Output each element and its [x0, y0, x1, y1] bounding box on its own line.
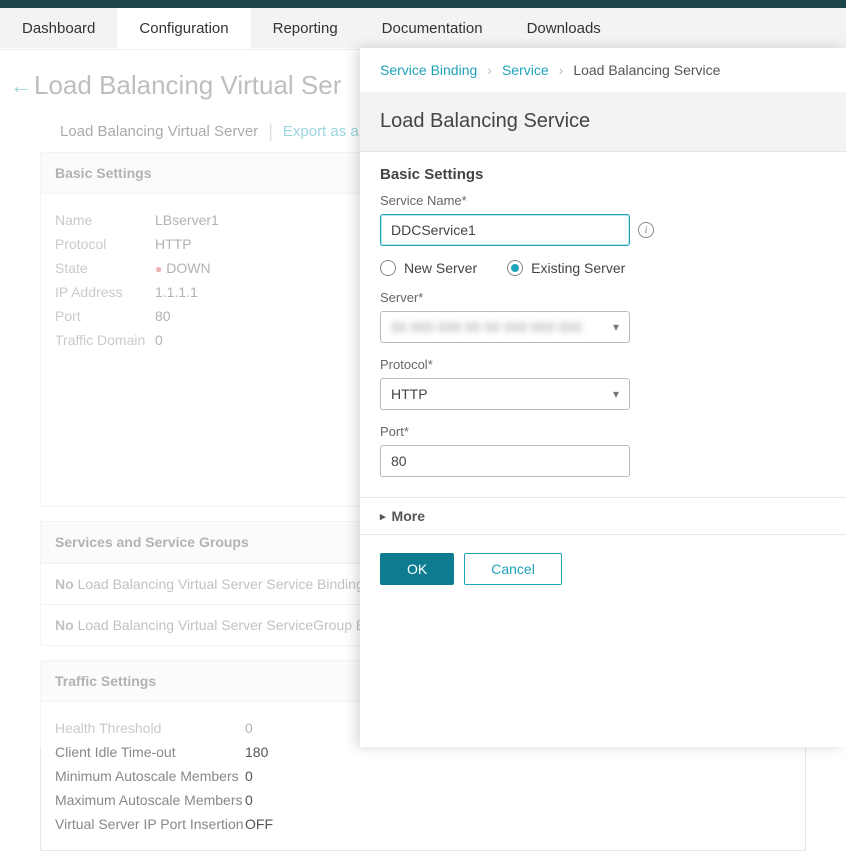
bs-val: 0 — [155, 332, 163, 348]
breadcrumb: Service Binding › Service › Load Balanci… — [360, 48, 846, 92]
bs-val: HTTP — [155, 236, 192, 252]
protocol-select-value: HTTP — [391, 386, 613, 402]
page-subtitle: Load Balancing Virtual Server — [60, 123, 258, 140]
ts-key: Client Idle Time-out — [55, 744, 245, 760]
chevron-right-icon: › — [487, 62, 492, 78]
breadcrumb-service[interactable]: Service — [502, 62, 549, 78]
more-expander[interactable]: ▸ More — [360, 497, 846, 535]
chevron-right-icon: › — [559, 62, 564, 78]
status-dot-icon: ● — [155, 262, 162, 276]
export-link[interactable]: Export as a T — [283, 123, 372, 140]
ts-val: 0 — [245, 720, 253, 736]
bs-val: 80 — [155, 308, 171, 324]
server-select-value: 00 000 000 00 00 000 000 000 — [391, 319, 613, 335]
ts-key: Minimum Autoscale Members — [55, 768, 245, 784]
ok-button[interactable]: OK — [380, 553, 454, 585]
page-title: Load Balancing Virtual Ser — [34, 70, 341, 101]
protocol-select[interactable]: HTTP ▾ — [380, 378, 630, 410]
no-label: No — [55, 617, 74, 633]
nav-configuration[interactable]: Configuration — [117, 8, 250, 49]
port-input[interactable] — [380, 445, 630, 477]
no-label: No — [55, 576, 74, 592]
bs-key: State — [55, 260, 155, 276]
back-arrow-icon[interactable]: ← — [10, 73, 34, 99]
nav-reporting[interactable]: Reporting — [251, 8, 360, 49]
breadcrumb-current: Load Balancing Service — [573, 62, 720, 78]
nav-documentation[interactable]: Documentation — [360, 8, 505, 49]
bs-key: IP Address — [55, 284, 155, 300]
service-name-input[interactable] — [380, 214, 630, 246]
cancel-button[interactable]: Cancel — [464, 553, 562, 585]
service-name-label: Service Name* — [380, 193, 826, 208]
bs-key: Port — [55, 308, 155, 324]
servicegroup-binding-text: Load Balancing Virtual Server ServiceGro… — [78, 617, 377, 633]
ts-val: 0 — [245, 768, 253, 784]
nav-downloads[interactable]: Downloads — [505, 8, 623, 49]
bs-val: LBserver1 — [155, 212, 219, 228]
ts-val: 0 — [245, 792, 253, 808]
ts-key: Virtual Server IP Port Insertion — [55, 816, 245, 832]
subheader-separator: | — [268, 121, 273, 142]
more-label: More — [392, 508, 425, 524]
bs-key: Name — [55, 212, 155, 228]
overlay-title: Load Balancing Service — [360, 92, 846, 151]
bs-key: Traffic Domain — [55, 332, 155, 348]
radio-existing-label: Existing Server — [531, 260, 625, 276]
server-select[interactable]: 00 000 000 00 00 000 000 000 ▾ — [380, 311, 630, 343]
radio-new-label: New Server — [404, 260, 477, 276]
server-label: Server* — [380, 290, 826, 305]
chevron-down-icon: ▾ — [613, 387, 619, 401]
ts-val: 180 — [245, 744, 268, 760]
bs-val: 1.1.1.1 — [155, 284, 198, 300]
ts-key: Health Threshold — [55, 720, 245, 736]
ts-key: Maximum Autoscale Members — [55, 792, 245, 808]
chevron-down-icon: ▾ — [613, 320, 619, 334]
main-nav: Dashboard Configuration Reporting Docume… — [0, 8, 846, 50]
info-icon[interactable]: i — [638, 222, 654, 238]
overlay-form-header: Basic Settings — [360, 152, 846, 193]
radio-icon — [380, 260, 396, 276]
top-bar — [0, 0, 846, 8]
radio-new-server[interactable]: New Server — [380, 260, 477, 276]
breadcrumb-service-binding[interactable]: Service Binding — [380, 62, 477, 78]
radio-existing-server[interactable]: Existing Server — [507, 260, 625, 276]
protocol-label: Protocol* — [380, 357, 826, 372]
ts-val: OFF — [245, 816, 273, 832]
bs-key: Protocol — [55, 236, 155, 252]
radio-icon — [507, 260, 523, 276]
overlay-panel: Service Binding › Service › Load Balanci… — [360, 48, 846, 747]
nav-dashboard[interactable]: Dashboard — [0, 8, 117, 49]
bs-val-state: ●DOWN — [155, 260, 211, 276]
triangle-right-icon: ▸ — [380, 510, 386, 523]
service-binding-text: Load Balancing Virtual Server Service Bi… — [78, 576, 364, 592]
port-label: Port* — [380, 424, 826, 439]
